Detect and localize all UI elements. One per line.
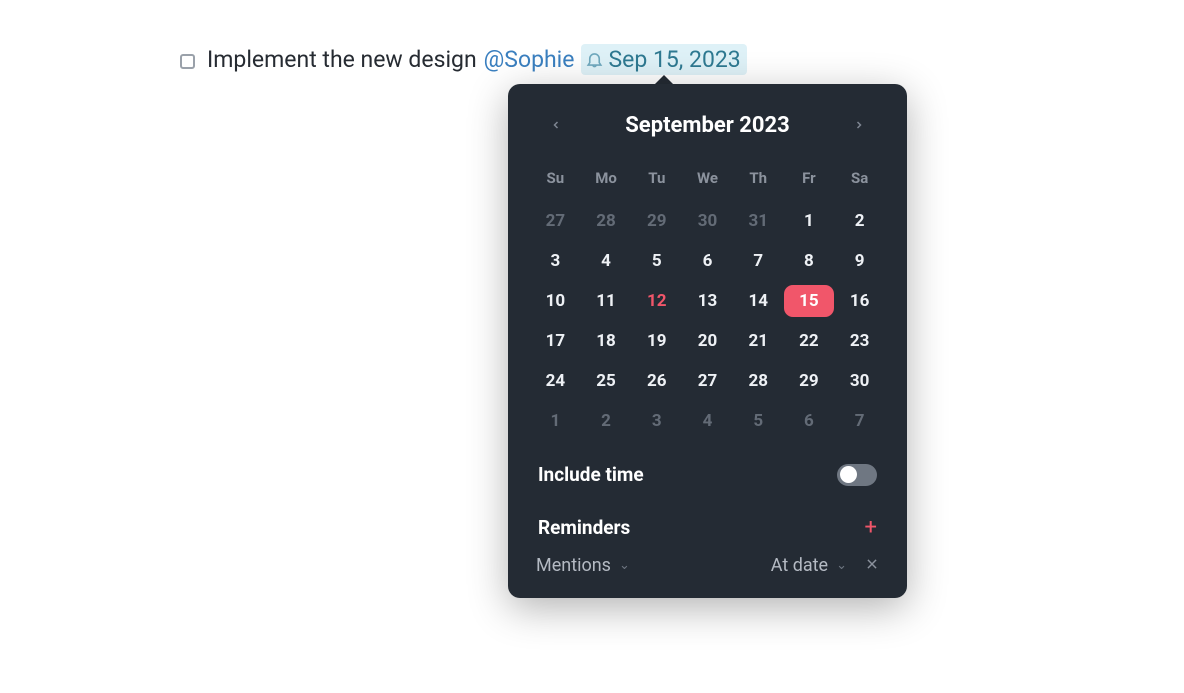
calendar-day[interactable]: 21 xyxy=(733,325,784,357)
calendar-day[interactable]: 30 xyxy=(682,205,733,237)
calendar-day[interactable]: 24 xyxy=(530,365,581,397)
reminders-header: Reminders + xyxy=(508,516,907,539)
reminder-row: Mentions ⌄ At date ⌄ xyxy=(508,555,907,576)
calendar-dow: Tu xyxy=(631,163,682,197)
calendar-day[interactable]: 2 xyxy=(581,405,632,437)
calendar-day[interactable]: 30 xyxy=(834,365,885,397)
calendar-day[interactable]: 16 xyxy=(834,285,885,317)
calendar-day[interactable]: 28 xyxy=(581,205,632,237)
calendar-day[interactable]: 31 xyxy=(733,205,784,237)
calendar-day[interactable]: 11 xyxy=(581,285,632,317)
reminder-type-value: Mentions xyxy=(536,555,611,576)
calendar-dow: Th xyxy=(733,163,784,197)
chevron-down-icon: ⌄ xyxy=(619,558,630,573)
calendar-day[interactable]: 29 xyxy=(784,365,835,397)
chevron-left-icon xyxy=(550,119,562,131)
task-checkbox[interactable] xyxy=(180,54,195,69)
calendar-dow: Mo xyxy=(581,163,632,197)
calendar-day[interactable]: 27 xyxy=(682,365,733,397)
calendar-day[interactable]: 7 xyxy=(834,405,885,437)
reminders-label: Reminders xyxy=(538,516,630,539)
calendar-day[interactable]: 6 xyxy=(784,405,835,437)
reminder-type-dropdown[interactable]: Mentions ⌄ xyxy=(536,555,630,576)
calendar-day[interactable]: 17 xyxy=(530,325,581,357)
calendar-day[interactable]: 5 xyxy=(733,405,784,437)
calendar-day[interactable]: 6 xyxy=(682,245,733,277)
chevron-right-icon xyxy=(853,119,865,131)
task-date-text: Sep 15, 2023 xyxy=(608,46,740,73)
calendar-day[interactable]: 4 xyxy=(682,405,733,437)
task-line: Implement the new design @Sophie Sep 15,… xyxy=(180,44,747,75)
calendar-day[interactable]: 8 xyxy=(784,245,835,277)
calendar-day[interactable]: 26 xyxy=(631,365,682,397)
calendar-day[interactable]: 27 xyxy=(530,205,581,237)
chevron-down-icon: ⌄ xyxy=(836,558,847,573)
calendar-day[interactable]: 25 xyxy=(581,365,632,397)
calendar-day[interactable]: 22 xyxy=(784,325,835,357)
calendar-day[interactable]: 7 xyxy=(733,245,784,277)
date-picker-popover: September 2023 SuMoTuWeThFrSa27282930311… xyxy=(508,84,907,598)
calendar-day[interactable]: 19 xyxy=(631,325,682,357)
calendar-day[interactable]: 15 xyxy=(784,285,835,317)
calendar-day[interactable]: 5 xyxy=(631,245,682,277)
next-month-button[interactable] xyxy=(847,110,871,141)
calendar-day[interactable]: 20 xyxy=(682,325,733,357)
calendar-day[interactable]: 4 xyxy=(581,245,632,277)
reminder-when-dropdown[interactable]: At date ⌄ xyxy=(771,555,847,576)
calendar-day[interactable]: 13 xyxy=(682,285,733,317)
calendar-day[interactable]: 18 xyxy=(581,325,632,357)
calendar-day[interactable]: 29 xyxy=(631,205,682,237)
calendar-dow: Su xyxy=(530,163,581,197)
add-reminder-button[interactable]: + xyxy=(865,517,877,539)
calendar-day[interactable]: 28 xyxy=(733,365,784,397)
calendar-day[interactable]: 10 xyxy=(530,285,581,317)
calendar-grid: SuMoTuWeThFrSa27282930311234567891011121… xyxy=(530,163,885,437)
calendar-title: September 2023 xyxy=(625,113,789,138)
include-time-row: Include time xyxy=(508,463,907,486)
calendar-day[interactable]: 14 xyxy=(733,285,784,317)
prev-month-button[interactable] xyxy=(544,110,568,141)
task-date-badge[interactable]: Sep 15, 2023 xyxy=(581,44,746,75)
calendar-day[interactable]: 1 xyxy=(784,205,835,237)
calendar-day[interactable]: 12 xyxy=(631,285,682,317)
task-mention[interactable]: @Sophie xyxy=(484,46,575,73)
calendar-day[interactable]: 3 xyxy=(631,405,682,437)
close-icon xyxy=(865,557,879,571)
calendar-day[interactable]: 2 xyxy=(834,205,885,237)
calendar-day[interactable]: 9 xyxy=(834,245,885,277)
calendar-dow: Sa xyxy=(834,163,885,197)
include-time-toggle[interactable] xyxy=(837,464,877,486)
calendar-day[interactable]: 23 xyxy=(834,325,885,357)
calendar-dow: Fr xyxy=(784,163,835,197)
calendar-day[interactable]: 1 xyxy=(530,405,581,437)
include-time-label: Include time xyxy=(538,463,644,486)
task-text: Implement the new design xyxy=(207,46,477,73)
remove-reminder-button[interactable] xyxy=(865,555,879,576)
reminder-when-value: At date xyxy=(771,555,828,576)
calendar-dow: We xyxy=(682,163,733,197)
calendar-day[interactable]: 3 xyxy=(530,245,581,277)
calendar-header: September 2023 xyxy=(508,84,907,141)
toggle-knob xyxy=(840,466,857,483)
bell-icon xyxy=(585,50,604,69)
